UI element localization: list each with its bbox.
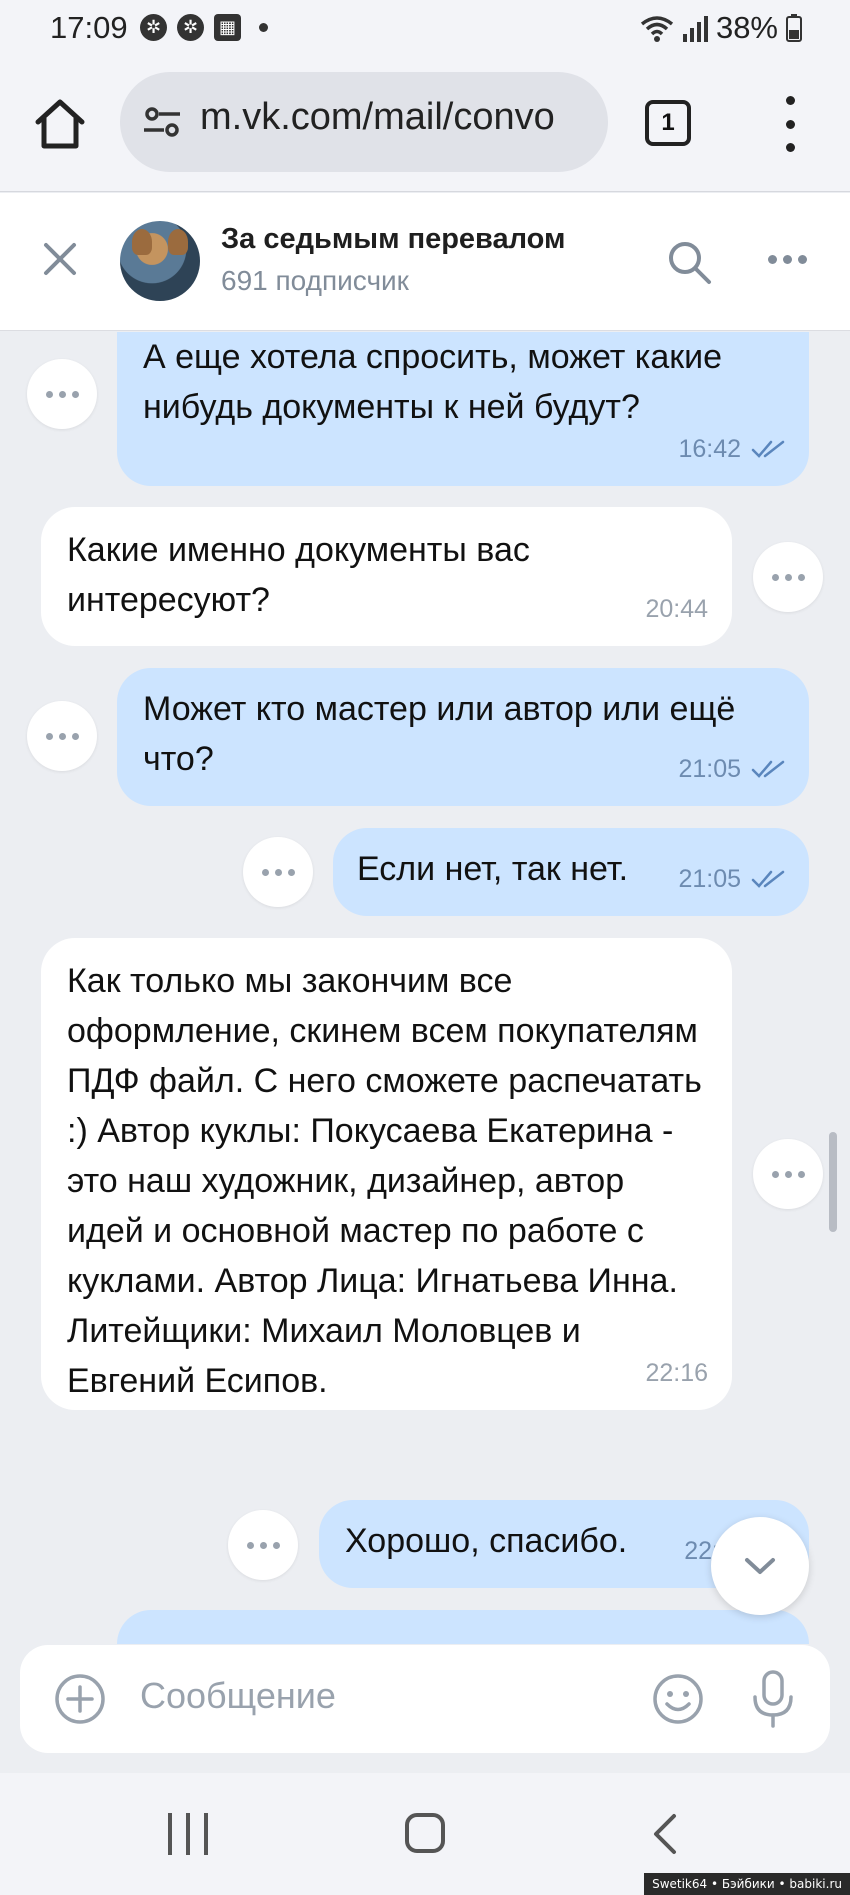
message-actions-button[interactable]	[243, 837, 313, 907]
scrollbar[interactable]	[829, 1132, 837, 1232]
message-time: 20:44	[645, 595, 708, 623]
message-bubble-outgoing[interactable]: Может кто мастер или автор или ещё что? …	[117, 668, 809, 806]
chat-title[interactable]: За седьмым перевалом	[221, 223, 565, 256]
read-receipt-icon	[751, 440, 785, 458]
message-input[interactable]: Сообщение	[140, 1675, 336, 1717]
back-icon[interactable]	[650, 1813, 680, 1855]
message-bubble-incoming[interactable]: Как только мы закончим все оформление, с…	[41, 938, 732, 1410]
message-bubble-incoming[interactable]: Какие именно документы вас интересуют? 2…	[41, 507, 732, 646]
message-time: 16:42	[678, 435, 741, 463]
home-icon[interactable]	[32, 96, 88, 152]
message-time: 21:05	[678, 755, 741, 783]
chevron-down-icon	[745, 1558, 775, 1574]
watermark: Swetik64 • Бэйбики • babiki.ru	[644, 1873, 850, 1895]
message-time: 21:05	[678, 865, 741, 893]
recent-apps-icon[interactable]	[168, 1813, 208, 1855]
message-bubble-outgoing[interactable]: А еще хотела спросить, может какие нибуд…	[117, 332, 809, 486]
message-bubble-outgoing[interactable]: Если нет, так нет. 21:05	[333, 828, 809, 916]
url-text[interactable]: m.vk.com/mail/convo	[200, 96, 590, 139]
message-actions-button[interactable]	[27, 701, 97, 771]
message-time: 22:16	[645, 1359, 708, 1387]
signal-icon	[682, 16, 708, 42]
message-text: А еще хотела спросить, может какие нибуд…	[143, 338, 723, 426]
site-settings-icon[interactable]	[142, 102, 182, 142]
scroll-to-bottom-button[interactable]	[711, 1517, 809, 1615]
message-actions-button[interactable]	[753, 542, 823, 612]
read-receipt-icon	[751, 760, 785, 778]
app-notification-icon: ✲	[177, 14, 204, 41]
chat-subtitle: 691 подписчик	[221, 265, 409, 296]
read-receipt-icon	[751, 870, 785, 888]
add-attachment-icon[interactable]	[54, 1673, 106, 1725]
close-icon[interactable]	[40, 239, 80, 279]
tab-switcher-button[interactable]: 1	[645, 100, 691, 146]
browser-menu-icon[interactable]	[778, 96, 802, 152]
message-text: Как только мы закончим все оформление, с…	[67, 962, 702, 1400]
status-time: 17:09	[50, 10, 128, 45]
message-actions-button[interactable]	[27, 359, 97, 429]
chat-header: За седьмым перевалом 691 подписчик	[0, 193, 850, 331]
wifi-icon	[640, 16, 674, 42]
search-icon[interactable]	[666, 239, 712, 285]
message-list[interactable]: А еще хотела спросить, может какие нибуд…	[0, 332, 850, 1644]
system-navigation-bar: Swetik64 • Бэйбики • babiki.ru	[0, 1773, 850, 1895]
battery-percent: 38%	[715, 10, 778, 45]
app-notification-icon: ✲	[140, 14, 167, 41]
browser-toolbar: m.vk.com/mail/convo 1	[0, 60, 850, 192]
address-bar[interactable]: m.vk.com/mail/convo	[120, 72, 608, 172]
gallery-notification-icon: ▦	[214, 14, 241, 41]
battery-icon	[786, 14, 802, 42]
message-actions-button[interactable]	[753, 1139, 823, 1209]
message-bubble-outgoing[interactable]	[117, 1610, 809, 1644]
avatar[interactable]	[120, 221, 200, 301]
message-composer: Сообщение	[20, 1645, 830, 1753]
more-options-icon[interactable]	[768, 255, 807, 264]
message-text: Какие именно документы вас интересуют?	[67, 531, 530, 619]
status-bar: 17:09 ✲ ✲ ▦ 38%	[0, 0, 850, 60]
more-notifications-dot-icon	[259, 23, 268, 32]
emoji-icon[interactable]	[652, 1673, 704, 1725]
message-actions-button[interactable]	[228, 1510, 298, 1580]
microphone-icon[interactable]	[750, 1669, 796, 1729]
system-home-icon[interactable]	[405, 1813, 445, 1853]
